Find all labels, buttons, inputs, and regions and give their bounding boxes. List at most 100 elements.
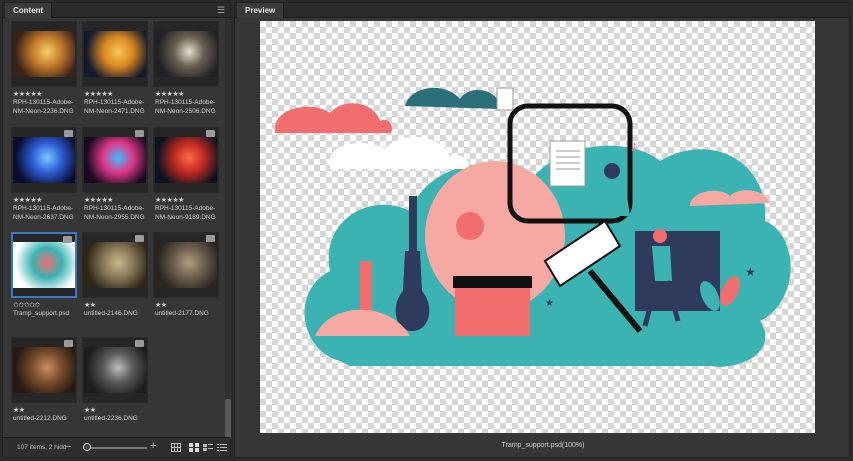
- thumbnail-image: [13, 347, 75, 393]
- edited-badge-icon: [135, 235, 144, 242]
- content-item[interactable]: ★★★★★ RPH-130115-Adobe-NM-Neon-2637.DNG: [7, 125, 77, 225]
- music-note-shape: ♪: [630, 138, 638, 155]
- edited-badge-icon: [135, 130, 144, 137]
- coral-eye-shape: [456, 212, 484, 240]
- thumbnail-frame[interactable]: [82, 337, 148, 403]
- thumbnail-frame[interactable]: [153, 127, 219, 193]
- file-name: Tramp_support.psd: [13, 310, 70, 317]
- preview-tabbar: Preview: [235, 3, 849, 18]
- rating-stars[interactable]: ★★: [84, 301, 96, 309]
- rating-stars[interactable]: ★★: [84, 406, 96, 414]
- thumbnail-size-slider-knob[interactable]: [83, 443, 91, 451]
- file-name: RPH-130115-Adobe-NM-Neon-2506.DNG: [155, 99, 216, 115]
- person-head-shape: [604, 163, 620, 179]
- guitar-neck-shape: [409, 196, 417, 256]
- file-name: untitled-2236.DNG: [84, 415, 138, 422]
- small-document-shape: [496, 87, 514, 111]
- content-item[interactable]: ★★★★★ RPH-130115-Adobe-NM-Neon-2955.DNG: [78, 125, 148, 225]
- white-cloud-shape: [330, 136, 470, 169]
- rating-stars[interactable]: ★★★★★: [13, 90, 42, 98]
- dancer-body-shape: [652, 246, 672, 281]
- content-item[interactable]: ✩✩✩✩✩ Tramp_support.psd: [7, 230, 77, 330]
- list-view-icon[interactable]: [217, 443, 227, 452]
- thumbnail-image: [155, 242, 217, 288]
- file-name: untitled-2212.DNG: [13, 415, 67, 422]
- edited-badge-icon: [63, 236, 72, 243]
- rating-stars[interactable]: ★★★★★: [13, 196, 42, 204]
- edited-badge-icon: [135, 340, 144, 347]
- content-tabbar: Content ☰: [3, 3, 230, 18]
- thumbnail-image: [13, 137, 75, 183]
- dark-cloud-shape: [405, 87, 500, 109]
- content-panel: Content ☰ ★★★★★ RPH-130115-Adobe-NM-Neon-…: [2, 2, 231, 458]
- thumbnail-image: [155, 137, 217, 183]
- edited-badge-icon: [64, 340, 73, 347]
- clapperboard-shape: [455, 286, 530, 336]
- content-item[interactable]: ★★ untitled-2177.DNG: [149, 230, 219, 330]
- thumbnail-frame[interactable]: [11, 232, 77, 298]
- thumbnail-frame[interactable]: [82, 21, 148, 87]
- preview-canvas[interactable]: ★ ★ ♪: [260, 21, 815, 433]
- rating-stars[interactable]: ★★★★★: [84, 90, 113, 98]
- hamburger-icon[interactable]: ☰: [217, 6, 225, 15]
- thumbnail-image: [13, 242, 75, 288]
- thumbnail-frame[interactable]: [11, 127, 77, 193]
- preview-caption: Tramp_support.psd(100%): [501, 442, 585, 449]
- edited-badge-icon: [64, 130, 73, 137]
- thumbnail-frame[interactable]: [153, 21, 219, 87]
- dancer-head-shape: [653, 229, 667, 243]
- star-sparkle-shape: ★: [745, 265, 756, 279]
- file-name: RPH-130115-Adobe-NM-Neon-2637.DNG: [13, 205, 74, 221]
- pink-cloud-shape: [275, 103, 392, 133]
- content-item[interactable]: ★★★★★ RPH-130115-Adobe-NM-Neon-2236.DNG: [7, 19, 77, 119]
- thumbnail-frame[interactable]: [82, 127, 148, 193]
- thumbnail-image: [155, 31, 217, 77]
- scrollbar-thumb[interactable]: [225, 399, 231, 439]
- item-count: 107 items, 2 hidd: [17, 444, 67, 451]
- preview-illustration: ★ ★ ♪: [275, 87, 791, 367]
- thumbnail-view-icon[interactable]: [189, 443, 199, 452]
- file-name: RPH-130115-Adobe-NM-Neon-9189.DNG: [155, 205, 216, 221]
- person-body-shape: [595, 181, 630, 216]
- thumbnail-frame[interactable]: [82, 232, 148, 298]
- content-item[interactable]: ★★★★★ RPH-130115-Adobe-NM-Neon-2471.DNG: [78, 19, 148, 119]
- file-name: RPH-130115-Adobe-NM-Neon-2471.DNG: [84, 99, 145, 115]
- preview-panel: Preview ★ ★ ♪ Tramp_support.psd(100%): [234, 2, 850, 458]
- grid-lock-icon[interactable]: [171, 443, 181, 452]
- thumbnail-image: [84, 31, 146, 77]
- clapperboard-top-shape: [453, 276, 532, 288]
- content-item[interactable]: ★★ untitled-2146.DNG: [78, 230, 148, 330]
- tab-content[interactable]: Content: [5, 3, 53, 18]
- thumbnail-image: [84, 242, 146, 288]
- file-name: untitled-2146.DNG: [84, 310, 138, 317]
- rating-stars[interactable]: ★★: [155, 301, 167, 309]
- content-grid: ★★★★★ RPH-130115-Adobe-NM-Neon-2236.DNG ★★…: [3, 19, 225, 437]
- rating-stars[interactable]: ✩✩✩✩✩: [13, 301, 40, 309]
- thumbnail-image: [84, 347, 146, 393]
- edited-badge-icon: [206, 130, 215, 137]
- thumbnail-frame[interactable]: [11, 337, 77, 403]
- rating-stars[interactable]: ★★★★★: [155, 196, 184, 204]
- rating-stars[interactable]: ★★★★★: [84, 196, 113, 204]
- thumbnail-size-slider[interactable]: [83, 447, 147, 449]
- content-item[interactable]: ★★★★★ RPH-130115-Adobe-NM-Neon-2506.DNG: [149, 19, 219, 119]
- star-sparkle-shape: ★: [545, 298, 554, 309]
- rating-stars[interactable]: ★★: [13, 406, 25, 414]
- content-footer: 107 items, 2 hidd − +: [3, 437, 230, 457]
- content-item[interactable]: ★★ untitled-2212.DNG: [7, 335, 77, 435]
- file-name: untitled-2177.DNG: [155, 310, 209, 317]
- rating-stars[interactable]: ★★★★★: [155, 90, 184, 98]
- thumbnail-frame[interactable]: [153, 232, 219, 298]
- zoom-in-button[interactable]: +: [150, 440, 156, 452]
- tab-preview[interactable]: Preview: [237, 3, 285, 18]
- content-item[interactable]: ★★ untitled-2236.DNG: [78, 335, 148, 435]
- thumbnail-image: [13, 31, 75, 77]
- content-item[interactable]: ★★★★★ RPH-130115-Adobe-NM-Neon-9189.DNG: [149, 125, 219, 225]
- thumbnail-frame[interactable]: [11, 21, 77, 87]
- details-view-icon[interactable]: [203, 443, 213, 452]
- edited-badge-icon: [206, 235, 215, 242]
- content-scrollbar[interactable]: [225, 19, 231, 439]
- thumbnail-image: [84, 137, 146, 183]
- file-name: RPH-130115-Adobe-NM-Neon-2955.DNG: [84, 205, 145, 221]
- zoom-out-button[interactable]: −: [65, 441, 71, 453]
